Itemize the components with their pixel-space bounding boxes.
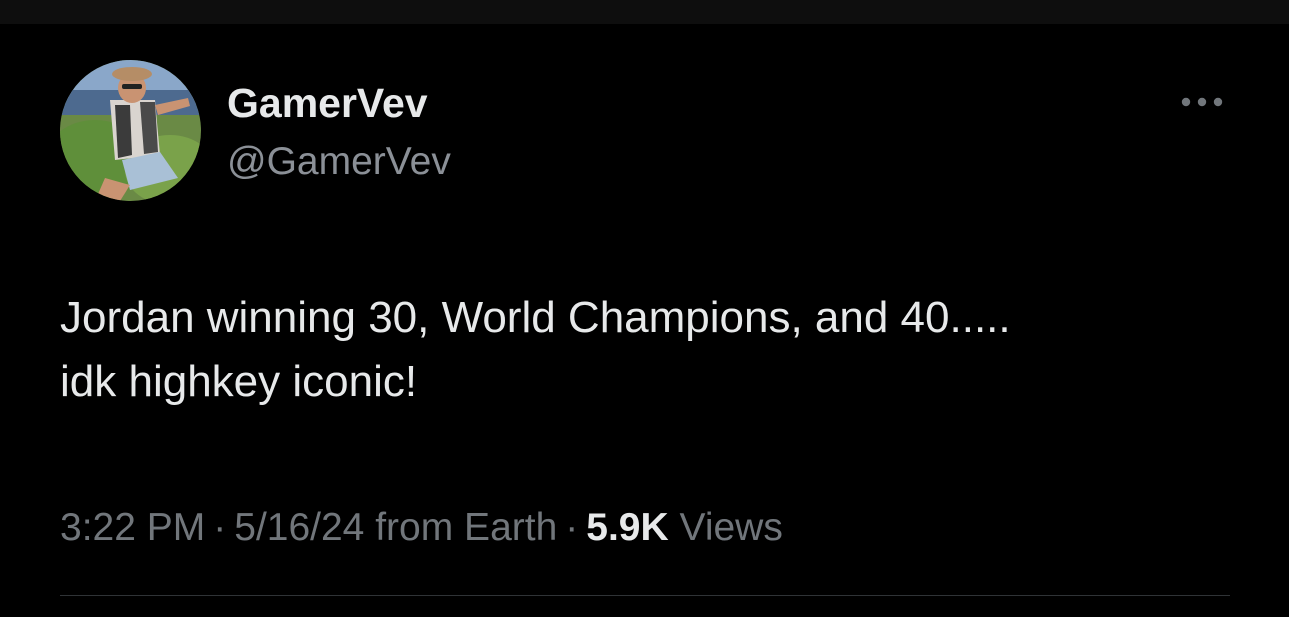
- tweet-text-line: idk highkey iconic!: [60, 357, 418, 406]
- divider: [60, 595, 1230, 596]
- tweet-meta: 3:22 PM · 5/16/24 from Earth · 5.9K Views: [60, 506, 783, 550]
- profile-photo-icon: [60, 60, 201, 201]
- status-bar-strip: [0, 0, 1289, 24]
- tweet-time[interactable]: 3:22 PM: [60, 506, 205, 549]
- avatar[interactable]: [60, 60, 201, 201]
- views-label[interactable]: Views: [680, 506, 783, 549]
- more-horizontal-icon: [1181, 97, 1223, 107]
- tweet-text-line: Jordan winning 30, World Champions, and …: [60, 293, 1011, 342]
- tweet-source: from Earth: [375, 506, 558, 549]
- meta-separator: ·: [213, 506, 227, 549]
- tweet-date[interactable]: 5/16/24: [234, 506, 364, 549]
- more-options-button[interactable]: [1176, 90, 1228, 114]
- author-display-name[interactable]: GamerVev: [227, 80, 428, 127]
- tweet-body: Jordan winning 30, World Champions, and …: [60, 286, 1240, 414]
- meta-separator: ·: [565, 506, 579, 549]
- author-handle[interactable]: @GamerVev: [227, 140, 451, 184]
- views-count[interactable]: 5.9K: [586, 506, 668, 549]
- tweet-card: GamerVev @GamerVev Jordan winning 30, Wo…: [0, 24, 1289, 617]
